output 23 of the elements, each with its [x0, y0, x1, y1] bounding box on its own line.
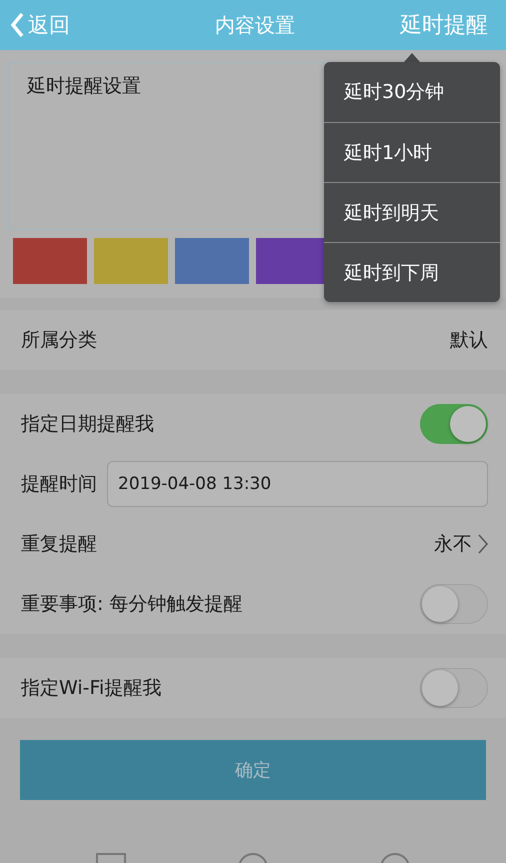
- time-field[interactable]: 2019-04-08 13:30: [107, 461, 488, 507]
- row-label: 提醒时间: [21, 472, 97, 497]
- row-label: 指定Wi-Fi提醒我: [21, 676, 162, 701]
- row-label: 所属分类: [21, 328, 97, 353]
- row-label: 重复提醒: [21, 532, 97, 557]
- menu-item[interactable]: 延时到明天: [324, 182, 500, 242]
- toggle-switch[interactable]: [420, 404, 488, 444]
- toggle-switch[interactable]: [420, 668, 488, 708]
- chevron-left-icon: [10, 12, 24, 38]
- menu-item[interactable]: 延时到下周: [324, 242, 500, 302]
- back-label: 返回: [28, 12, 70, 39]
- color-swatch[interactable]: [94, 238, 168, 284]
- color-swatch[interactable]: [175, 238, 249, 284]
- row-value[interactable]: 永不: [434, 531, 472, 557]
- toggle-switch[interactable]: [420, 584, 488, 624]
- menu-item[interactable]: 延时1小时: [324, 122, 500, 182]
- menu-item[interactable]: 延时30分钟: [324, 62, 500, 122]
- row-value[interactable]: 默认: [450, 327, 488, 353]
- chevron-right-icon: [478, 534, 488, 554]
- row-label: 指定日期提醒我: [21, 412, 154, 437]
- color-swatch[interactable]: [13, 238, 87, 284]
- page-title: 内容设置: [215, 12, 295, 38]
- row-label: 重要事项: 每分钟触发提醒: [21, 592, 242, 617]
